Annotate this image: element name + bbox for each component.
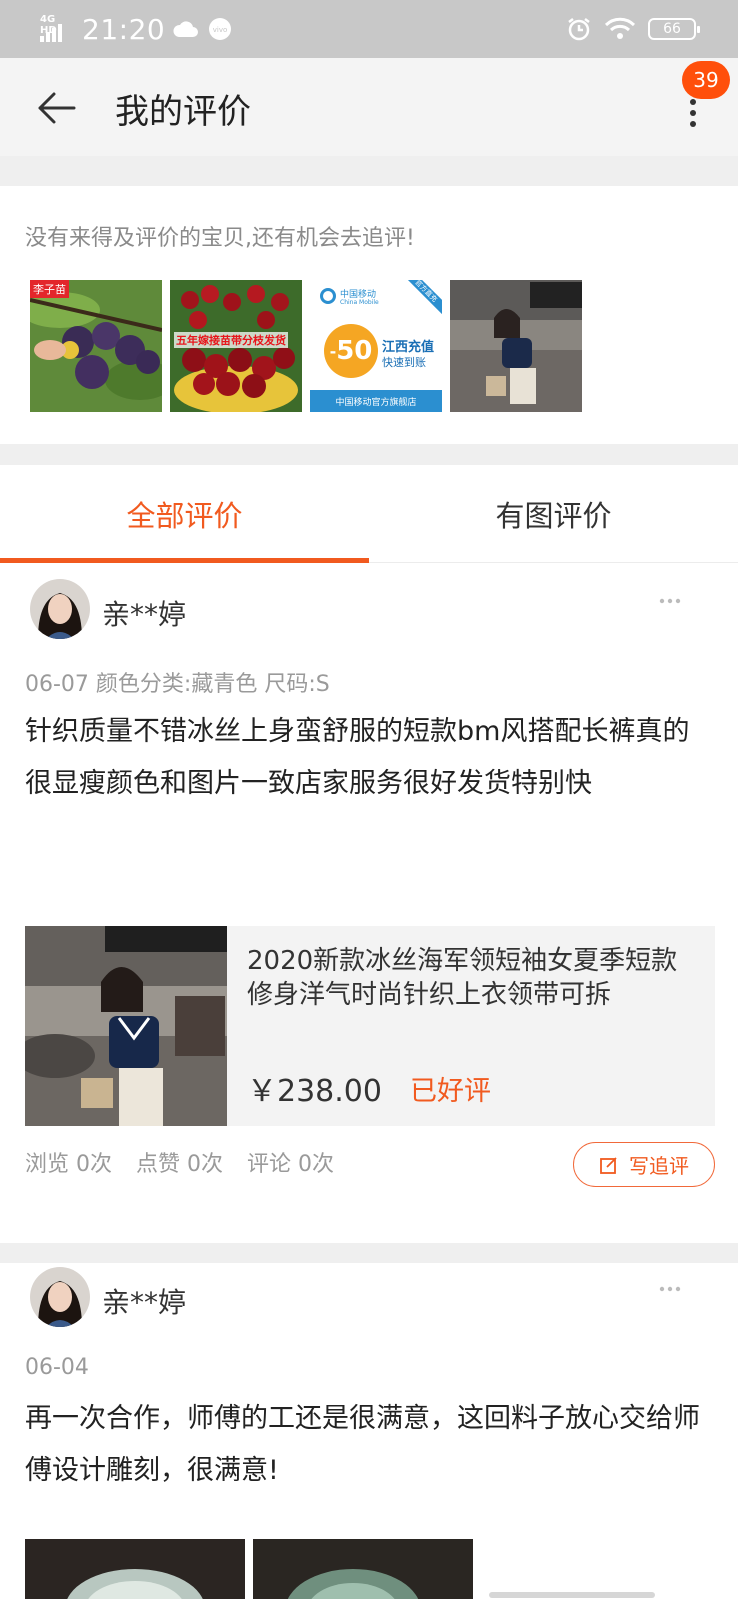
product-card[interactable]: 2020新款冰丝海军领短袖女夏季短款修身洋气时尚针织上衣领带可拆 ￥238.00… [25,926,715,1126]
more-menu-icon[interactable] [686,98,700,128]
wifi-icon [604,17,636,39]
review-card: 亲**婷 06-07 颜色分类:藏青色 尺码:S 针织质量不错冰丝上身蛮舒服的短… [0,563,738,1243]
thumb-caption: 五年嫁接苗带分枝发货 [174,332,288,348]
pending-item-plum[interactable]: 李子苗 [30,280,162,412]
review-image[interactable] [25,1539,245,1599]
back-arrow-icon[interactable] [34,86,78,130]
alarm-icon [568,18,590,41]
review-image[interactable] [253,1539,473,1599]
pending-item-recharge[interactable]: 中国移动 China Mobile 官方直充 -50 江西充值 快速到账 中国移… [310,280,442,412]
review-stats: 浏览 0次 点赞 0次 评论 0次 [25,1146,334,1178]
svg-text:vivo: vivo [213,26,228,34]
china-mobile-logo-icon [320,288,336,304]
pending-item-cherry[interactable]: 五年嫁接苗带分枝发货 [170,280,302,412]
review-meta: 06-07 颜色分类:藏青色 尺码:S [25,672,330,697]
edit-icon [600,1156,617,1174]
cellular-signal-icon: 4G HD [40,14,74,42]
review-card: 亲**婷 06-04 再一次合作，师傅的工还是很满意，这回料子放心交给师傅设计雕… [0,1263,738,1600]
review-status: 已好评 [410,1076,491,1107]
message-count-badge: 39 [682,61,730,99]
status-bar: 4G HD 21:20 vivo 66 [0,0,738,58]
avatar[interactable] [30,579,90,639]
username: 亲**婷 [102,598,187,631]
comment-count[interactable]: 评论 0次 [247,1146,334,1178]
home-indicator [489,1592,655,1598]
write-followup-button[interactable]: 写追评 [573,1142,715,1187]
avatar[interactable] [30,1267,90,1327]
cloud-icon [173,21,199,37]
review-meta: 06-04 [25,1355,89,1380]
pending-review-section: 没有来得及评价的宝贝,还有机会去追评! 李子苗 五年嫁接苗带分枝发货 中国移动 … [0,186,738,444]
review-content: 针织质量不错冰丝上身蛮舒服的短款bm风搭配长裤真的很显瘦颜色和图片一致店家服务很… [25,716,690,799]
pending-item-top[interactable] [450,280,582,412]
recharge-amount: -50 [324,324,378,378]
product-title: 2020新款冰丝海军领短袖女夏季短款修身洋气时尚针织上衣领带可拆 [247,946,678,1010]
clock: 21:20 [82,12,166,46]
like-count[interactable]: 点赞 0次 [136,1146,223,1178]
app-bar: 我的评价 39 [0,58,738,156]
product-image [25,926,227,1126]
username: 亲**婷 [102,1286,187,1319]
review-content: 再一次合作，师傅的工还是很满意，这回料子放心交给师傅设计雕刻，很满意! [25,1403,700,1486]
tab-all-reviews[interactable]: 全部评价 [0,465,369,563]
tab-photo-reviews[interactable]: 有图评价 [369,465,738,563]
battery-icon: 66 [648,18,700,40]
product-price: ￥238.00 [247,1074,382,1109]
pending-hint: 没有来得及评价的宝贝,还有机会去追评! [25,226,415,251]
card-more-icon[interactable] [658,597,682,605]
review-tabs: 全部评价 有图评价 [0,465,738,563]
page-title: 我的评价 [115,92,251,132]
vivo-app-icon: vivo [209,18,232,40]
view-count: 浏览 0次 [25,1152,112,1177]
card-more-icon[interactable] [658,1285,682,1293]
thumb-caption: 李子苗 [30,280,69,298]
